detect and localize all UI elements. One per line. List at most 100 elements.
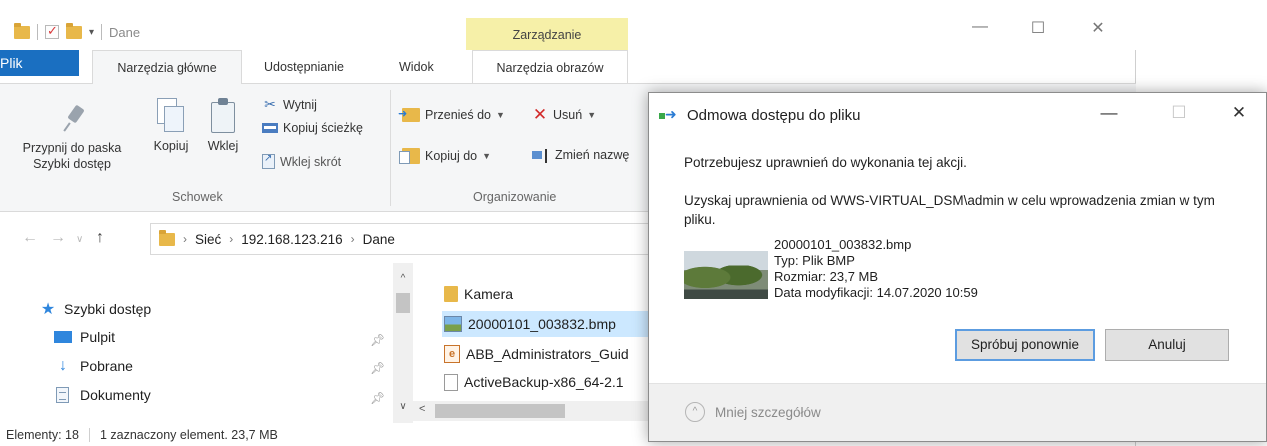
- navigation-pane: ★ Szybki dostęp Pulpit 📌︎ ↓ Pobrane 📌︎ D…: [0, 263, 392, 423]
- file-modified: Data modyfikacji: 14.07.2020 10:59: [774, 285, 978, 300]
- breadcrumb-item[interactable]: Dane: [363, 232, 395, 247]
- copy-path-icon: [262, 123, 278, 133]
- dialog-titlebar: Odmowa dostępu do pliku — ☐ ✕: [649, 93, 1266, 137]
- nav-item-desktop[interactable]: Pulpit: [54, 329, 115, 345]
- pin-icon[interactable]: 📌︎: [370, 333, 385, 347]
- scroll-left-icon[interactable]: <: [419, 403, 425, 415]
- pin-label: Przypnij do paska Szybki dostęp: [22, 141, 122, 171]
- forward-icon[interactable]: →: [50, 229, 66, 247]
- copy-to-icon: [399, 148, 420, 164]
- up-icon[interactable]: ↑: [96, 229, 104, 247]
- delete-button[interactable]: ✕ Usuń ▼: [532, 105, 596, 124]
- paste-button[interactable]: Wklej: [203, 98, 243, 154]
- dialog-minimize-button[interactable]: —: [1094, 103, 1124, 123]
- nav-item-documents[interactable]: Dokumenty: [54, 387, 151, 403]
- quick-access-toolbar: ▾ Dane: [14, 22, 141, 40]
- retry-button[interactable]: Spróbuj ponownie: [955, 329, 1095, 361]
- rename-label: Zmień nazwę: [555, 148, 630, 162]
- breadcrumb-item[interactable]: Sieć: [195, 232, 221, 247]
- copy-button[interactable]: Kopiuj: [146, 98, 196, 154]
- selection-info: 1 zaznaczony element. 23,7 MB: [99, 427, 278, 442]
- scissors-icon: ✂: [264, 96, 276, 112]
- copy-icon: [157, 98, 185, 134]
- nav-item-downloads[interactable]: ↓ Pobrane: [54, 357, 133, 375]
- pin-icon: [59, 104, 89, 134]
- file-type: Typ: Plik BMP: [774, 253, 855, 268]
- scroll-down-icon[interactable]: ∨: [393, 401, 413, 412]
- tab-view[interactable]: Widok: [387, 50, 446, 84]
- shortcut-icon: [262, 153, 275, 169]
- pin-icon[interactable]: 📌︎: [370, 361, 385, 375]
- desktop-icon: [54, 331, 72, 343]
- rename-icon: [532, 149, 550, 163]
- window-title: Dane: [109, 24, 141, 40]
- customize-toolbar-icon[interactable]: ▾: [89, 27, 94, 38]
- nav-quick-access[interactable]: ★ Szybki dostęp: [40, 299, 151, 319]
- nav-item-label: Dokumenty: [80, 387, 151, 403]
- tab-file[interactable]: Plik: [0, 50, 79, 76]
- rename-button[interactable]: Zmień nazwę: [532, 148, 630, 163]
- copy-path-label: Kopiuj ścieżkę: [283, 121, 363, 135]
- chevron-up-icon: ^: [685, 402, 705, 422]
- copy-path-button[interactable]: Kopiuj ścieżkę: [262, 121, 363, 135]
- copy-label: Kopiuj: [153, 139, 189, 153]
- move-to-button[interactable]: Przenieś do ▼: [398, 107, 505, 122]
- dialog-maximize-button: ☐: [1171, 103, 1187, 122]
- clipboard-group-label: Schowek: [172, 190, 223, 204]
- paste-shortcut-button[interactable]: Wklej skrót: [262, 153, 341, 169]
- organize-group-label: Organizowanie: [473, 190, 557, 204]
- move-file-icon: [659, 106, 679, 123]
- list-item[interactable]: ActiveBackup-x86_64-2.1: [444, 369, 624, 395]
- less-details-toggle[interactable]: ^ Mniej szczegółów: [685, 402, 821, 422]
- file-size: Rozmiar: 23,7 MB: [774, 269, 879, 284]
- breadcrumb-separator-icon: ›: [350, 232, 355, 246]
- file-name: ABB_Administrators_Guid: [466, 346, 629, 362]
- breadcrumb-separator-icon: ›: [229, 232, 234, 246]
- tab-picture-tools[interactable]: Narzędzia obrazów: [472, 50, 628, 84]
- copy-to-button[interactable]: Kopiuj do ▼: [399, 148, 491, 164]
- folder-icon: [14, 22, 30, 39]
- scrollbar-thumb[interactable]: [435, 404, 565, 418]
- file-name: 20000101_003832.bmp: [468, 316, 616, 332]
- breadcrumb-item[interactable]: 192.168.123.216: [241, 232, 342, 247]
- move-to-label: Przenieś do: [425, 108, 492, 122]
- download-icon: ↓: [59, 357, 67, 374]
- new-folder-icon[interactable]: [66, 22, 82, 39]
- delete-icon: ✕: [532, 105, 548, 124]
- properties-icon[interactable]: [45, 23, 59, 39]
- close-button[interactable]: ✕: [1084, 18, 1112, 38]
- back-icon[interactable]: ←: [22, 229, 38, 247]
- file-name: Kamera: [464, 286, 514, 302]
- file-icon: [444, 373, 458, 391]
- tab-share[interactable]: Udostępnianie: [252, 50, 356, 84]
- vertical-scrollbar[interactable]: ^ ∨: [393, 263, 413, 423]
- dialog-close-button[interactable]: ✕: [1224, 103, 1254, 123]
- delete-label: Usuń: [553, 108, 583, 122]
- cancel-button[interactable]: Anuluj: [1105, 329, 1229, 361]
- paste-icon: [210, 98, 236, 134]
- star-icon: ★: [40, 301, 56, 318]
- nav-item-label: Pulpit: [80, 329, 116, 345]
- cut-label: Wytnij: [283, 97, 317, 112]
- tab-home[interactable]: Narzędzia główne: [92, 50, 242, 85]
- recent-locations-icon[interactable]: ∨: [76, 234, 83, 245]
- pin-quick-access-button[interactable]: Przypnij do paska Szybki dostęp: [20, 104, 128, 172]
- nav-item-label: Pobrane: [80, 358, 133, 374]
- documents-icon: [56, 387, 69, 403]
- folder-icon: [444, 286, 458, 302]
- list-item[interactable]: Kamera: [444, 281, 513, 307]
- dialog-title: Odmowa dostępu do pliku: [687, 107, 861, 124]
- cut-button[interactable]: ✂ Wytnij: [262, 96, 317, 113]
- maximize-button[interactable]: ☐: [1024, 18, 1052, 38]
- list-item[interactable]: 20000101_003832.bmp: [442, 311, 652, 337]
- scroll-up-icon[interactable]: ^: [393, 273, 413, 284]
- list-item[interactable]: e ABB_Administrators_Guid: [444, 341, 629, 367]
- horizontal-scrollbar[interactable]: <: [413, 401, 653, 421]
- chevron-down-icon: ▼: [496, 110, 505, 120]
- pin-icon[interactable]: 📌︎: [370, 391, 385, 405]
- dialog-permission-message: Uzyskaj uprawnienia od WWS-VIRTUAL_DSM\a…: [684, 193, 1215, 227]
- file-name: ActiveBackup-x86_64-2.1: [464, 374, 624, 390]
- scrollbar-thumb[interactable]: [396, 293, 410, 313]
- access-denied-dialog: Odmowa dostępu do pliku — ☐ ✕ Potrzebuje…: [648, 92, 1267, 442]
- minimize-button[interactable]: —: [966, 18, 994, 36]
